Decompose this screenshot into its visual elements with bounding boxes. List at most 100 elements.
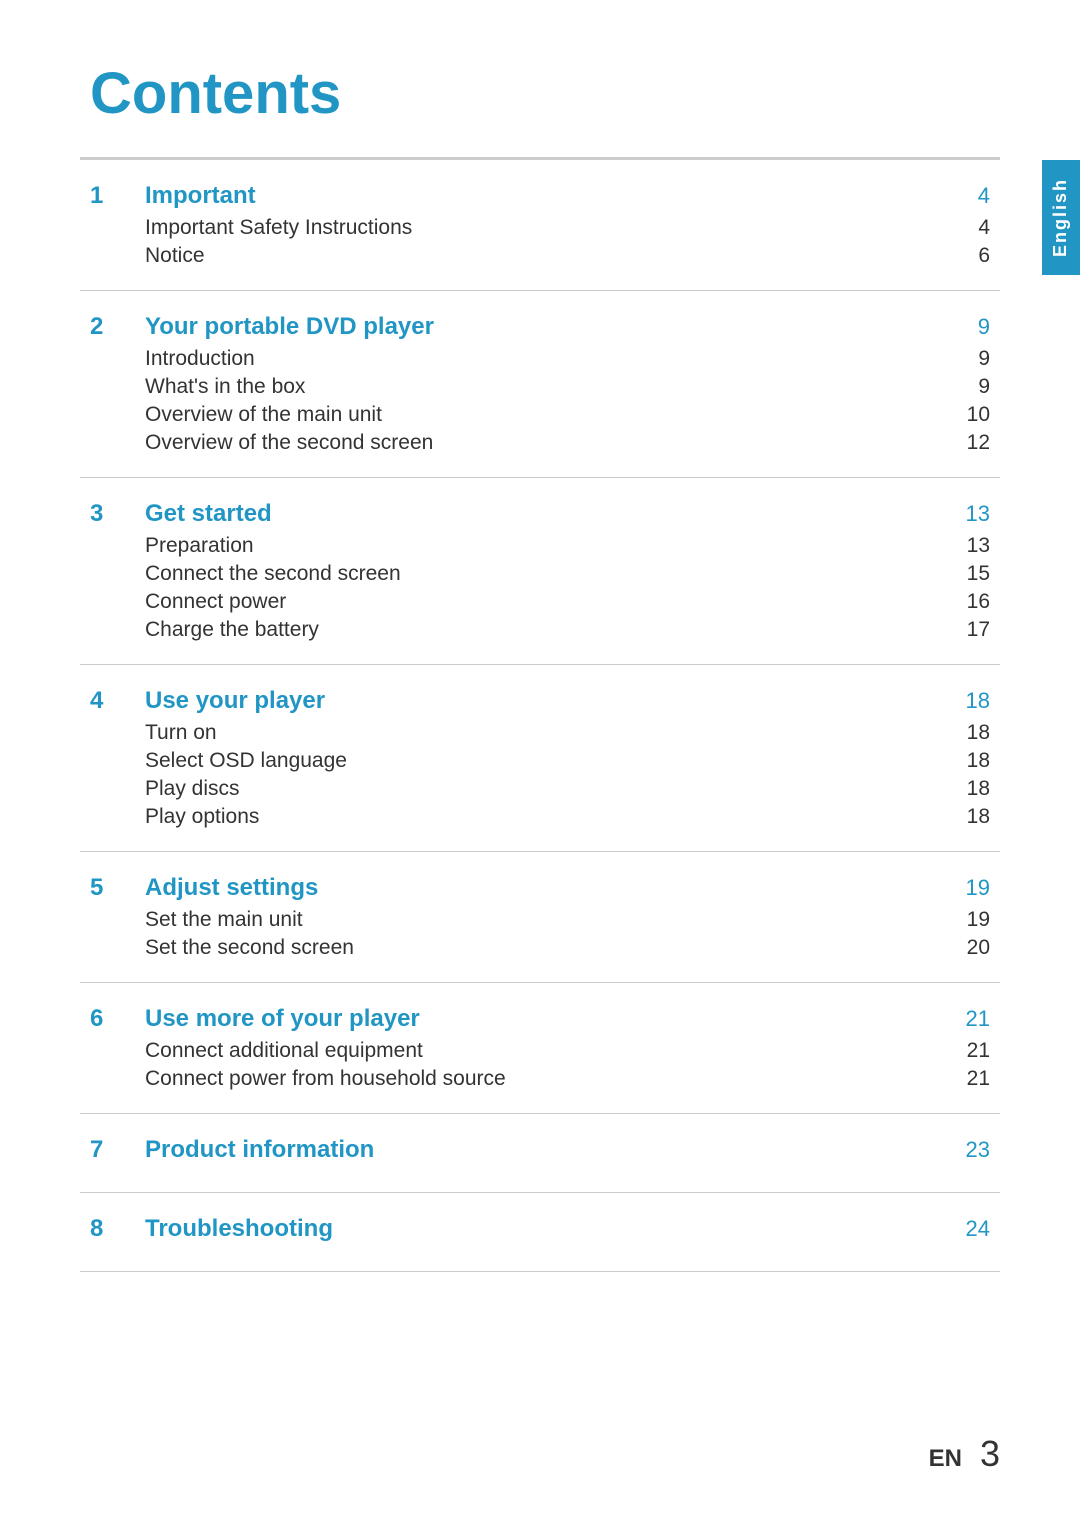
section-number-6: 6 xyxy=(90,1005,145,1033)
section-number-1: 1 xyxy=(90,182,145,210)
sub-item-row-4-1: Select OSD language 18 xyxy=(145,749,990,773)
section-row-5: 5Adjust settings19Set the main unit19Set… xyxy=(90,874,990,960)
sub-item-row-3-0: Preparation13 xyxy=(145,534,990,558)
section-content-1: Important 4 Important Safety Instructions4… xyxy=(145,182,990,268)
sub-item-page-1-1: 6 xyxy=(950,244,990,268)
sub-item-page-4-3: 18 xyxy=(950,805,990,829)
section-number-5: 5 xyxy=(90,874,145,902)
sub-item-label-4-3: Play options xyxy=(145,805,259,829)
section-header-7: Product information 23 xyxy=(145,1136,990,1164)
section-number-8: 8 xyxy=(90,1215,145,1243)
section-title-3: Get started xyxy=(145,500,272,528)
section-6: 6Use more of your player21Connect additi… xyxy=(80,982,1000,1113)
sub-item-label-1-0: Important Safety Instructions xyxy=(145,216,412,240)
sub-item-row-4-0: Turn on 18 xyxy=(145,721,990,745)
section-row-8: 8Troubleshooting24 xyxy=(90,1215,990,1249)
section-title-1: Important xyxy=(145,182,256,210)
section-content-6: Use more of your player21Connect additio… xyxy=(145,1005,990,1091)
sub-item-page-2-2: 10 xyxy=(950,403,990,427)
sub-item-row-1-1: Notice 6 xyxy=(145,244,990,268)
sub-item-label-2-2: Overview of the main unit xyxy=(145,403,382,427)
section-header-8: Troubleshooting24 xyxy=(145,1215,990,1243)
section-content-3: Get started 13 Preparation13 Connect the se… xyxy=(145,500,990,642)
page-title: Contents xyxy=(80,60,1000,127)
section-page-7: 23 xyxy=(950,1137,990,1163)
section-number-2: 2 xyxy=(90,313,145,341)
sub-item-page-6-1: 21 xyxy=(950,1067,990,1091)
sub-item-row-2-3: Overview of the second screen 12 xyxy=(145,431,990,455)
section-title-7: Product information xyxy=(145,1136,374,1164)
section-row-3: 3Get started 13 Preparation13 Connect the s… xyxy=(90,500,990,642)
section-number-3: 3 xyxy=(90,500,145,528)
sub-item-row-3-2: Connect power16 xyxy=(145,590,990,614)
section-row-2: 2Your portable DVD player9Introduction9W… xyxy=(90,313,990,455)
sub-item-page-3-3: 17 xyxy=(950,618,990,642)
section-content-5: Adjust settings19Set the main unit19Set … xyxy=(145,874,990,960)
sub-item-label-6-1: Connect power from household source xyxy=(145,1067,506,1091)
section-5: 5Adjust settings19Set the main unit19Set… xyxy=(80,851,1000,982)
sub-item-row-5-1: Set the second screen 20 xyxy=(145,936,990,960)
sub-item-page-5-0: 19 xyxy=(950,908,990,932)
sub-item-row-4-3: Play options 18 xyxy=(145,805,990,829)
sub-item-label-5-0: Set the main unit xyxy=(145,908,303,932)
sub-item-row-6-0: Connect additional equipment 21 xyxy=(145,1039,990,1063)
section-3: 3Get started 13 Preparation13 Connect the s… xyxy=(80,477,1000,664)
footer-lang: EN xyxy=(929,1445,962,1473)
section-row-4: 4Use your player18Turn on18Select OSD la… xyxy=(90,687,990,829)
sub-item-label-1-1: Notice xyxy=(145,244,205,268)
sub-item-label-4-0: Turn on xyxy=(145,721,217,745)
sub-item-row-2-1: What's in the box 9 xyxy=(145,375,990,399)
sub-item-row-6-1: Connect power from household source 21 xyxy=(145,1067,990,1091)
sub-item-label-3-2: Connect power xyxy=(145,590,286,614)
section-content-2: Your portable DVD player9Introduction9Wh… xyxy=(145,313,990,455)
sub-item-label-3-0: Preparation xyxy=(145,534,254,558)
section-row-6: 6Use more of your player21Connect additi… xyxy=(90,1005,990,1091)
sub-item-label-6-0: Connect additional equipment xyxy=(145,1039,423,1063)
section-page-3: 13 xyxy=(950,501,990,527)
sub-item-page-2-3: 12 xyxy=(950,431,990,455)
side-tab: English xyxy=(1042,160,1080,275)
section-number-4: 4 xyxy=(90,687,145,715)
sub-item-page-3-1: 15 xyxy=(950,562,990,586)
section-title-8: Troubleshooting xyxy=(145,1215,333,1243)
section-header-1: Important 4 xyxy=(145,182,990,210)
sub-item-label-2-3: Overview of the second screen xyxy=(145,431,433,455)
section-page-6: 21 xyxy=(950,1006,990,1032)
section-title-2: Your portable DVD player xyxy=(145,313,434,341)
sub-item-label-4-2: Play discs xyxy=(145,777,240,801)
sub-item-label-2-1: What's in the box xyxy=(145,375,305,399)
section-2: 2Your portable DVD player9Introduction9W… xyxy=(80,290,1000,477)
page-container: English Contents 1Important 4 Important Sa… xyxy=(0,0,1080,1525)
section-row-7: 7Product information 23 xyxy=(90,1136,990,1170)
section-7: 7Product information 23 xyxy=(80,1113,1000,1192)
sub-item-label-5-1: Set the second screen xyxy=(145,936,354,960)
sub-item-row-2-2: Overview of the main unit 10 xyxy=(145,403,990,427)
section-row-1: 1Important 4 Important Safety Instructions… xyxy=(90,182,990,268)
sub-item-page-5-1: 20 xyxy=(950,936,990,960)
sub-item-label-3-3: Charge the battery xyxy=(145,618,319,642)
section-page-5: 19 xyxy=(950,875,990,901)
section-number-7: 7 xyxy=(90,1136,145,1164)
section-header-3: Get started 13 xyxy=(145,500,990,528)
sub-item-row-4-2: Play discs 18 xyxy=(145,777,990,801)
sub-item-row-5-0: Set the main unit 19 xyxy=(145,908,990,932)
section-page-1: 4 xyxy=(950,183,990,209)
section-title-5: Adjust settings xyxy=(145,874,318,902)
section-4: 4Use your player18Turn on18Select OSD la… xyxy=(80,664,1000,851)
sub-item-label-3-1: Connect the second screen xyxy=(145,562,401,586)
section-page-2: 9 xyxy=(950,314,990,340)
sub-item-page-2-1: 9 xyxy=(950,375,990,399)
sub-item-row-3-1: Connect the second screen 15 xyxy=(145,562,990,586)
sub-item-label-4-1: Select OSD language xyxy=(145,749,347,773)
sub-item-row-1-0: Important Safety Instructions4 xyxy=(145,216,990,240)
section-header-2: Your portable DVD player 9 xyxy=(145,313,990,341)
sub-item-page-4-2: 18 xyxy=(950,777,990,801)
section-1: 1Important 4 Important Safety Instructions… xyxy=(80,159,1000,290)
sub-item-row-3-3: Charge the battery 17 xyxy=(145,618,990,642)
sub-item-page-4-0: 18 xyxy=(950,721,990,745)
section-content-7: Product information 23 xyxy=(145,1136,990,1170)
sub-item-page-4-1: 18 xyxy=(950,749,990,773)
section-title-6: Use more of your player xyxy=(145,1005,420,1033)
sub-item-page-6-0: 21 xyxy=(950,1039,990,1063)
sub-item-label-2-0: Introduction xyxy=(145,347,255,371)
